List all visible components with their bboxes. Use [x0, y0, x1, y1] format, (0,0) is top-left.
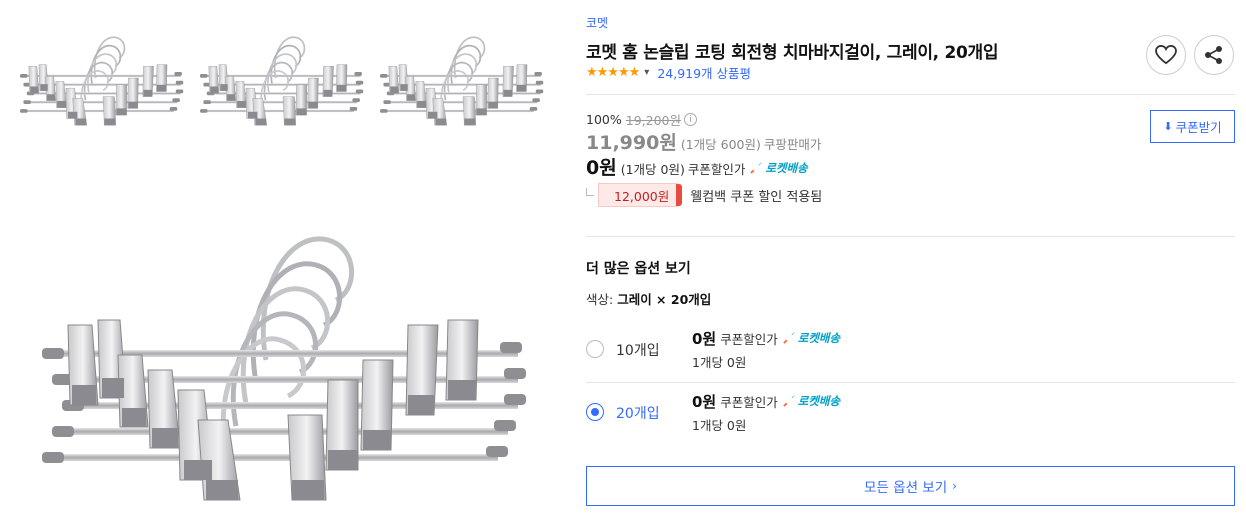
welcome-coupon-text: 웰컴백 쿠폰 할인 적용됨	[690, 189, 823, 205]
option-unit-price: 1개당 0원	[692, 418, 747, 433]
coupon-button-label: 쿠폰받기	[1175, 120, 1222, 135]
all-options-button[interactable]: 모든 옵션 보기 ›	[586, 466, 1235, 506]
option-radio-selected[interactable]	[586, 403, 604, 421]
option-unit-price: 1개당 0원	[692, 355, 747, 370]
coupon-unit-price: (1개당 0원)	[620, 162, 685, 177]
rocket-label: 로켓배송	[797, 330, 841, 345]
share-button[interactable]	[1194, 35, 1234, 75]
corner-decoration	[586, 188, 594, 196]
share-icon	[1205, 46, 1222, 64]
product-thumbnail[interactable]	[18, 14, 188, 132]
option-radio[interactable]	[586, 340, 604, 358]
current-option-label: 색상:	[586, 292, 614, 307]
brand-link[interactable]: 코멧	[586, 14, 608, 31]
all-options-label: 모든 옵션 보기	[864, 480, 948, 496]
current-option: 색상: 그레이 × 20개입	[586, 289, 711, 308]
option-name: 20개입	[616, 406, 660, 422]
rocket-label: 로켓배송	[765, 160, 808, 175]
sale-unit-price: (1개당 600원)	[680, 137, 761, 152]
rocket-label: 로켓배송	[797, 393, 841, 408]
coupon-price-label: 쿠폰할인가	[687, 162, 746, 177]
coupon-price-row: 0원 (1개당 0원) 쿠폰할인가 로켓배송	[586, 153, 808, 180]
coupon-price: 0원	[586, 157, 617, 179]
rocket-icon	[750, 161, 763, 174]
sale-price-row: 11,990원 (1개당 600원) 쿠팡판매가	[586, 128, 821, 155]
sale-price: 11,990원	[586, 132, 677, 154]
chevron-right-icon: ›	[952, 479, 957, 493]
rating-row[interactable]: ★★★★★ ▾ 24,919개 상품평	[586, 63, 751, 82]
option-item-20[interactable]: 20개입 0원 쿠폰할인가 로켓배송 1개당 0원	[586, 383, 1235, 441]
sale-price-label: 쿠팡판매가	[763, 137, 822, 152]
discount-row: 100% 19,200원 i	[586, 110, 697, 129]
product-thumbnail[interactable]	[378, 14, 548, 132]
current-option-value: 그레이 × 20개입	[617, 292, 712, 307]
options-section-title: 더 많은 옵션 보기	[586, 261, 691, 277]
wishlist-button[interactable]	[1146, 35, 1186, 75]
info-icon[interactable]: i	[684, 113, 697, 126]
product-title: 코멧 홈 논슬립 코팅 회전형 치마바지걸이, 그레이, 20개입	[586, 43, 999, 63]
rating-stars: ★★★★★	[586, 65, 640, 80]
option-price-label: 쿠폰할인가	[720, 332, 778, 347]
divider	[586, 236, 1235, 237]
rocket-delivery-badge: 로켓배송	[783, 330, 840, 346]
download-icon: ⬇	[1163, 120, 1173, 133]
original-price: 19,200원	[625, 113, 681, 128]
divider	[586, 94, 1235, 95]
coupon-download-button[interactable]: ⬇ 쿠폰받기	[1150, 110, 1235, 143]
rocket-icon	[783, 331, 795, 344]
welcome-coupon-row: 12,000원 웰컴백 쿠폰 할인 적용됨	[586, 183, 822, 207]
option-price: 0원	[692, 393, 717, 411]
option-price-line: 0원 쿠폰할인가 로켓배송	[692, 391, 840, 412]
rocket-delivery-badge: 로켓배송	[783, 393, 840, 409]
option-price-line: 0원 쿠폰할인가 로켓배송	[692, 328, 840, 349]
option-price: 0원	[692, 330, 717, 348]
product-thumbnail[interactable]	[198, 14, 368, 132]
rocket-delivery-badge: 로켓배송	[750, 160, 808, 176]
option-name: 10개입	[616, 343, 660, 359]
chevron-down-icon[interactable]: ▾	[644, 67, 649, 78]
discount-percent: 100%	[586, 112, 622, 127]
product-main-image	[38, 170, 538, 520]
review-count-link[interactable]: 24,919개 상품평	[657, 63, 751, 82]
welcome-coupon-tag: 12,000원	[598, 183, 683, 207]
heart-icon	[1155, 45, 1177, 65]
option-price-label: 쿠폰할인가	[720, 395, 778, 410]
option-item-10[interactable]: 10개입 0원 쿠폰할인가 로켓배송 1개당 0원	[586, 320, 1235, 378]
rocket-icon	[783, 394, 795, 407]
